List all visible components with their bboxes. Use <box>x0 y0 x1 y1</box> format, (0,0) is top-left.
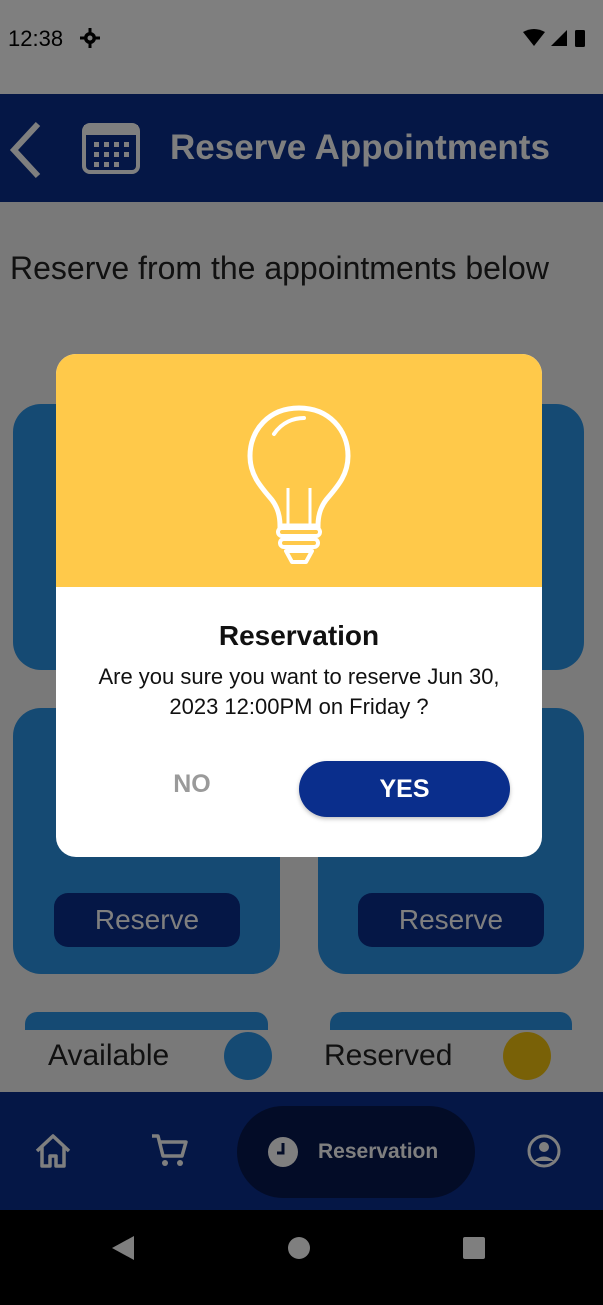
reservation-dialog: Reservation Are you sure you want to res… <box>56 354 542 857</box>
lightbulb-icon <box>244 404 354 569</box>
dialog-message: Are you sure you want to reserve Jun 30,… <box>98 664 500 719</box>
no-button[interactable]: NO <box>152 770 232 799</box>
dialog-title: Reservation <box>218 620 380 651</box>
yes-button[interactable]: YES <box>299 761 510 817</box>
